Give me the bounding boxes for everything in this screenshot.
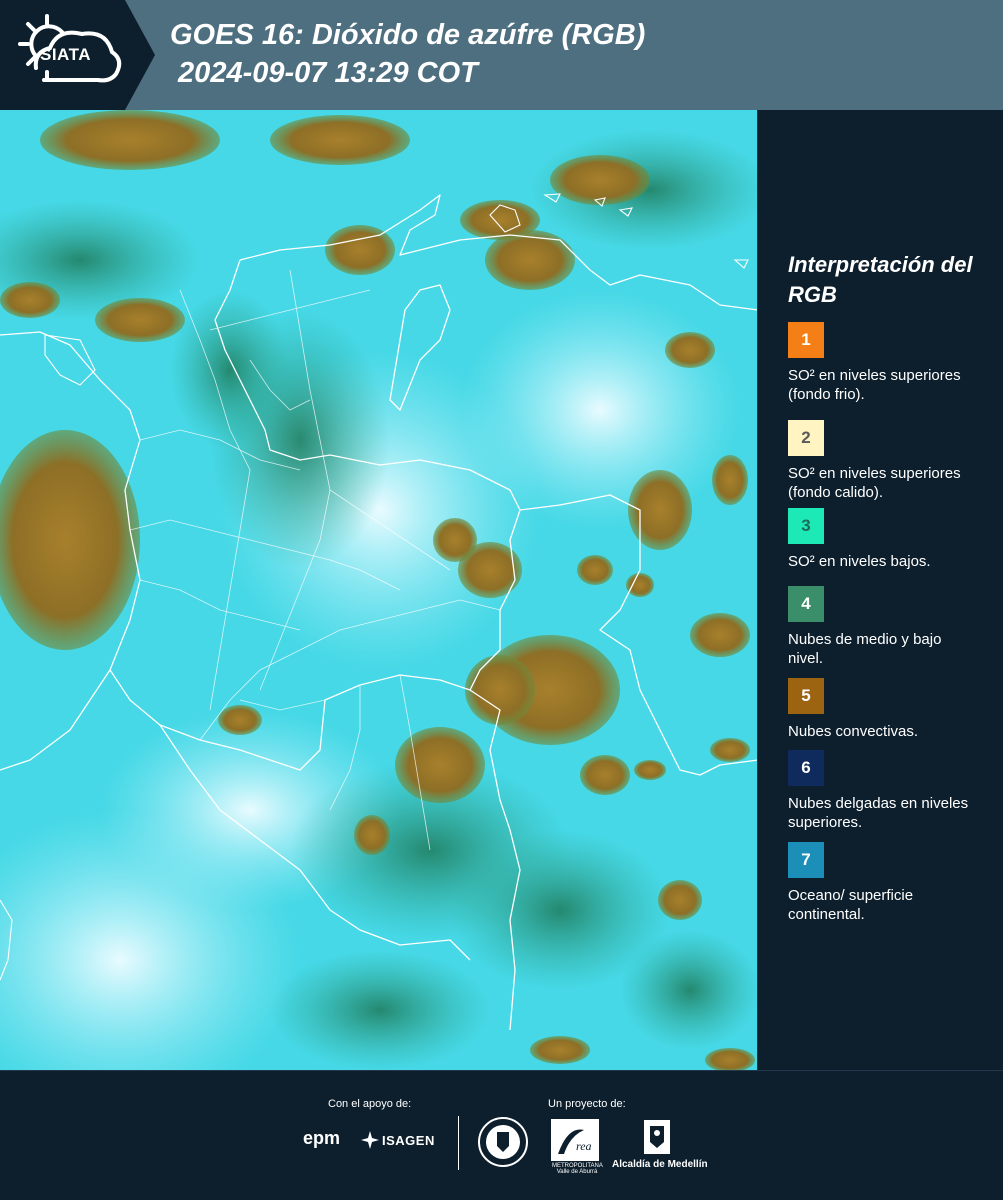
legend-text: SO² en niveles bajos. — [788, 553, 931, 570]
legend-item-6: 6 Nubes delgadas en niveles superiores. — [788, 750, 988, 832]
area-metropolitana-text: METROPOLITANA Valle de Aburrá — [552, 1163, 603, 1175]
logo-band: SIATA — [0, 0, 155, 110]
medellin-seal-icon — [478, 1117, 528, 1167]
legend-swatch: 2 — [788, 420, 824, 456]
legend-text: Nubes de medio y bajo nivel. — [788, 631, 942, 667]
project-label: Un proyecto de: — [548, 1098, 626, 1110]
legend-item-4: 4 Nubes de medio y bajo nivel. — [788, 586, 988, 668]
isagen-logo: ISAGEN — [382, 1133, 435, 1148]
legend-text: Oceano/ superficie continental. — [788, 887, 914, 923]
header: SIATA GOES 16: Dióxido de azúfre (RGB) 2… — [0, 0, 1003, 110]
legend-text: Nubes delgadas en niveles superiores. — [788, 795, 969, 831]
satellite-map[interactable] — [0, 110, 758, 1070]
isagen-star-icon — [361, 1131, 379, 1149]
support-label: Con el apoyo de: — [328, 1098, 412, 1110]
legend-text: SO² en niveles superiores (fondo frio). — [788, 367, 961, 403]
logo-text: SIATA — [40, 45, 91, 64]
legend-swatch: 5 — [788, 678, 824, 714]
footer-divider-line — [0, 1070, 1003, 1071]
legend-item-3: 3 SO² en niveles bajos. — [788, 508, 988, 571]
footer: Con el apoyo de: Un proyecto de: epm ISA… — [0, 1070, 1003, 1200]
title-line-2: 2024-09-07 13:29 COT — [170, 57, 478, 89]
legend-swatch: 6 — [788, 750, 824, 786]
page-title: GOES 16: Dióxido de azúfre (RGB) 2024-09… — [170, 16, 645, 92]
legend-text: Nubes convectivas. — [788, 723, 919, 740]
legend-swatch: 1 — [788, 322, 824, 358]
legend-item-7: 7 Oceano/ superficie continental. — [788, 842, 988, 924]
legend-item-1: 1 SO² en niveles superiores (fondo frio). — [788, 322, 988, 404]
legend-panel: Interpretación del RGB 1 SO² en niveles s… — [758, 110, 1003, 1070]
footer-divider — [458, 1116, 459, 1170]
epm-logo: epm — [303, 1128, 341, 1148]
legend-swatch: 4 — [788, 586, 824, 622]
legend-text: SO² en niveles superiores (fondo calido)… — [788, 465, 961, 501]
title-line-1: GOES 16: Dióxido de azúfre (RGB) — [170, 19, 646, 51]
map-canvas — [0, 110, 758, 1070]
legend-swatch: 7 — [788, 842, 824, 878]
legend-item-2: 2 SO² en niveles superiores (fondo calido… — [788, 420, 988, 502]
legend-swatch: 3 — [788, 508, 824, 544]
svg-text:rea: rea — [576, 1139, 592, 1153]
legend-title: Interpretación del RGB — [788, 252, 973, 307]
alcaldia-shield-icon — [644, 1120, 670, 1154]
alcaldia-medellin-text: Alcaldía de Medellín — [612, 1159, 708, 1170]
legend-item-5: 5 Nubes convectivas. — [788, 678, 988, 741]
